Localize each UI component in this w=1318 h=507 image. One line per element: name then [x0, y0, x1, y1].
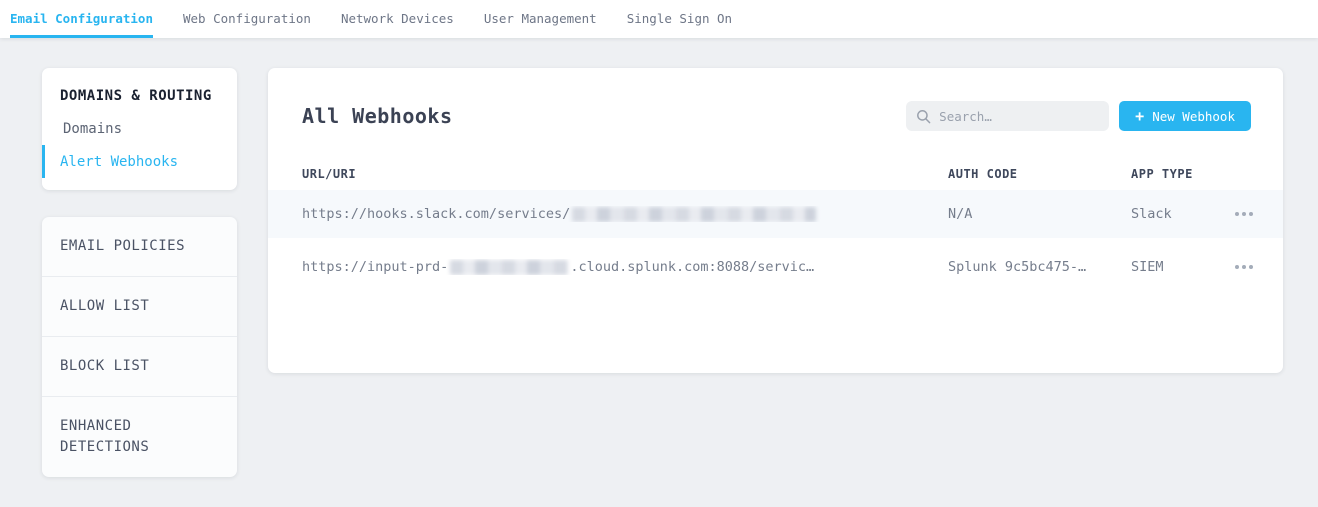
- row-menu-button[interactable]: [1233, 259, 1255, 275]
- sidebar-item-block-list[interactable]: BLOCK LIST: [42, 337, 237, 397]
- table-row: https://input-prd- .cloud.splunk.com:8088…: [268, 238, 1283, 296]
- sidebar-item-alert-webhooks[interactable]: Alert Webhooks: [42, 145, 237, 178]
- auth-code: N/A: [948, 206, 1131, 222]
- table-row: https://hooks.slack.com/services/ N/A Sl…: [268, 190, 1283, 238]
- sidebar: DOMAINS & ROUTING Domains Alert Webhooks…: [42, 68, 237, 477]
- app-type: SIEM: [1131, 259, 1207, 275]
- webhooks-table: URL/URI AUTH CODE APP TYPE https://hooks…: [268, 157, 1283, 296]
- webhooks-panel: All Webhooks + New Webhook URL/URI AU: [268, 68, 1283, 373]
- redacted-url-segment: [450, 260, 568, 275]
- top-nav: Email Configuration Web Configuration Ne…: [0, 0, 1318, 38]
- page-body: DOMAINS & ROUTING Domains Alert Webhooks…: [0, 38, 1318, 477]
- sidebar-sections-card: EMAIL POLICIES ALLOW LIST BLOCK LIST ENH…: [42, 217, 237, 477]
- webhook-url: https://input-prd- .cloud.splunk.com:8088…: [302, 259, 948, 275]
- tab-user-management[interactable]: User Management: [484, 0, 597, 38]
- table-header-row: URL/URI AUTH CODE APP TYPE: [268, 157, 1283, 190]
- sidebar-item-enhanced-detections[interactable]: ENHANCED DETECTIONS: [42, 397, 237, 477]
- sidebar-item-email-policies[interactable]: EMAIL POLICIES: [42, 217, 237, 277]
- plus-icon: +: [1135, 109, 1144, 124]
- panel-header: All Webhooks + New Webhook: [268, 68, 1283, 131]
- header-actions: + New Webhook: [906, 101, 1251, 131]
- tab-email-configuration[interactable]: Email Configuration: [10, 0, 153, 38]
- url-text: https://hooks.slack.com/services/: [302, 206, 570, 222]
- tab-network-devices[interactable]: Network Devices: [341, 0, 454, 38]
- url-text: .cloud.splunk.com:8088/servic…: [570, 259, 814, 275]
- page-title: All Webhooks: [302, 104, 453, 128]
- auth-code: Splunk 9c5bc475-…: [948, 259, 1131, 275]
- search-input[interactable]: [939, 109, 1099, 124]
- tab-web-configuration[interactable]: Web Configuration: [183, 0, 311, 38]
- column-header-app-type: APP TYPE: [1131, 167, 1207, 181]
- webhook-url: https://hooks.slack.com/services/: [302, 206, 948, 222]
- column-header-url: URL/URI: [302, 167, 948, 181]
- sidebar-item-domains[interactable]: Domains: [42, 112, 237, 145]
- app-type: Slack: [1131, 206, 1207, 222]
- new-webhook-button[interactable]: + New Webhook: [1119, 101, 1251, 131]
- tab-single-sign-on[interactable]: Single Sign On: [627, 0, 732, 38]
- redacted-url-segment: [572, 207, 816, 222]
- domains-routing-card: DOMAINS & ROUTING Domains Alert Webhooks: [42, 68, 237, 190]
- row-menu-button[interactable]: [1233, 206, 1255, 222]
- sidebar-item-allow-list[interactable]: ALLOW LIST: [42, 277, 237, 337]
- url-text: https://input-prd-: [302, 259, 448, 275]
- search-icon: [916, 109, 931, 124]
- search-box[interactable]: [906, 101, 1109, 131]
- domains-routing-heading: DOMAINS & ROUTING: [42, 88, 237, 104]
- new-webhook-label: New Webhook: [1152, 109, 1235, 124]
- column-header-auth-code: AUTH CODE: [948, 167, 1131, 181]
